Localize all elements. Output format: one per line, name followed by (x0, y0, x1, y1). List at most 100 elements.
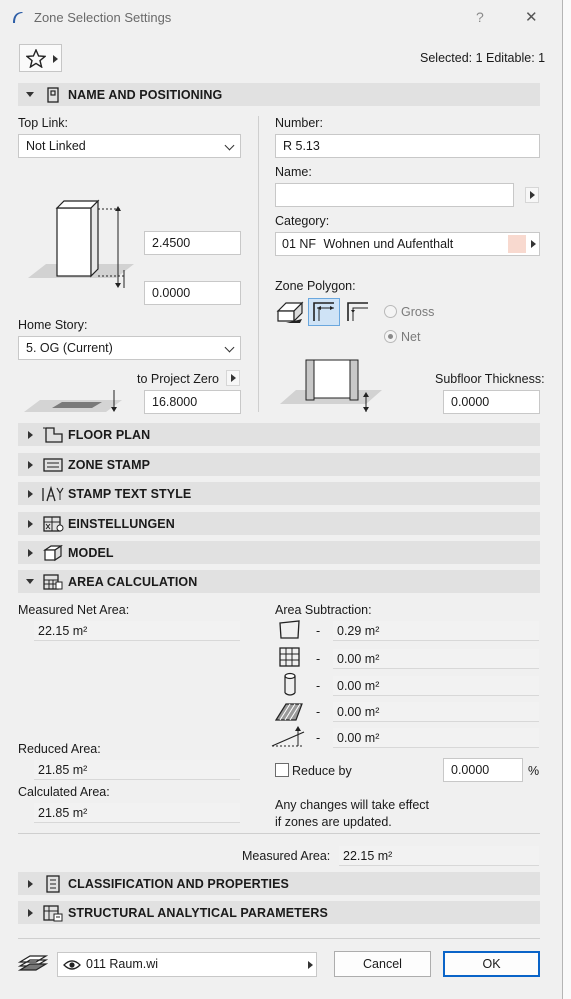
subtraction-dash: - (316, 705, 321, 719)
category-name: Wohnen und Aufenthalt (323, 237, 454, 251)
net-label: Net (401, 330, 421, 344)
section-stamp-text-style[interactable]: STAMP TEXT STYLE (18, 482, 540, 505)
measured-area-label: Measured Area: (242, 849, 331, 863)
subfloor-value: 0.0000 (451, 395, 490, 409)
layer-icon (18, 955, 48, 971)
archicad-logo-icon (13, 12, 23, 23)
section-structural[interactable]: STRUCTURAL ANALYTICAL PARAMETERS (18, 901, 540, 924)
layer-name: 011 Raum.wi (86, 957, 159, 971)
zone-height-input[interactable]: 2.4500 (144, 231, 241, 255)
cancel-button[interactable]: Cancel (334, 951, 431, 977)
area-calculator-icon (40, 572, 66, 592)
section-title: ZONE STAMP (68, 457, 151, 472)
ok-button[interactable]: OK (443, 951, 540, 977)
section-title: MODEL (68, 545, 114, 560)
background-app-edge (562, 0, 571, 999)
zone-polygon-3d-button[interactable] (275, 298, 305, 326)
subfloor-diagram-icon (280, 359, 382, 412)
section-title: STAMP TEXT STYLE (68, 486, 192, 501)
title-bar: Zone Selection Settings ? ✕ (0, 0, 571, 34)
eye-icon (63, 960, 81, 970)
calculated-area-label: Calculated Area: (18, 785, 110, 799)
project-zero-input[interactable]: 16.8000 (144, 390, 241, 414)
floor-plan-icon (40, 425, 66, 445)
category-color-swatch (508, 235, 526, 253)
hatched-subtraction-icon (274, 703, 303, 721)
footer-divider (18, 938, 540, 939)
outer-boundary-icon (347, 302, 368, 321)
reduce-by-value: 0.0000 (451, 763, 490, 777)
expand-arrow-icon (27, 908, 33, 917)
top-link-value: Not Linked (26, 139, 86, 153)
expand-arrow-icon (27, 460, 33, 469)
number-input[interactable]: R 5.13 (275, 134, 540, 158)
category-select[interactable]: 01 NF Wohnen und Aufenthalt (275, 232, 540, 256)
section-floor-plan[interactable]: FLOOR PLAN (18, 423, 540, 446)
home-story-label: Home Story: (18, 318, 88, 332)
favorites-button[interactable] (19, 44, 62, 72)
section-model[interactable]: MODEL (18, 541, 540, 564)
update-note-line2: if zones are updated. (275, 815, 392, 829)
collapse-arrow-icon (26, 579, 34, 584)
zone-polygon-net-button[interactable] (308, 298, 340, 326)
category-label: Category: (275, 214, 330, 228)
reduced-area-label: Reduced Area: (18, 742, 101, 756)
settings-grid-icon (40, 514, 66, 534)
collapse-arrow-icon (26, 92, 34, 97)
layer-select[interactable]: 011 Raum.wi (57, 952, 317, 977)
gross-radio[interactable] (384, 305, 397, 318)
arrow-right-icon (529, 191, 535, 199)
zone-polygon-gross-button[interactable] (343, 298, 373, 326)
reduce-by-checkbox[interactable] (275, 763, 289, 777)
expand-arrow-icon (27, 430, 33, 439)
chevron-down-icon (224, 140, 235, 151)
home-story-select[interactable]: 5. OG (Current) (18, 336, 241, 360)
number-value: R 5.13 (283, 139, 320, 153)
name-list-button[interactable] (525, 187, 539, 203)
subfloor-input[interactable]: 0.0000 (443, 390, 540, 414)
measured-area-value: 22.15 m² (339, 846, 539, 866)
category-code: 01 NF (282, 237, 317, 251)
model-cube-icon (40, 543, 66, 563)
update-note-line1: Any changes will take effect (275, 798, 430, 812)
home-story-value: 5. OG (Current) (26, 341, 113, 355)
selection-info: Selected: 1 Editable: 1 (420, 51, 546, 65)
section-title: FLOOR PLAN (68, 427, 151, 442)
bottom-offset-input[interactable]: 0.0000 (144, 281, 241, 305)
section-area-calculation[interactable]: AREA CALCULATION (18, 570, 540, 593)
bottom-offset-value: 0.0000 (152, 286, 191, 300)
arrow-right-icon (230, 374, 236, 382)
gross-label: Gross (401, 305, 435, 319)
star-icon (26, 49, 46, 68)
grid-subtraction-icon (279, 647, 300, 667)
section-zone-stamp[interactable]: ZONE STAMP (18, 453, 540, 476)
reduce-by-input[interactable]: 0.0000 (443, 758, 523, 782)
number-label: Number: (275, 116, 323, 130)
expand-arrow-icon (27, 548, 33, 557)
section-einstellungen[interactable]: EINSTELLUNGEN (18, 512, 540, 535)
help-button[interactable]: ? (476, 9, 484, 25)
favorites-arrow-icon (53, 55, 58, 63)
reference-level-button[interactable] (226, 370, 240, 386)
wall-subtraction-icon (279, 620, 300, 639)
top-link-select[interactable]: Not Linked (18, 134, 241, 158)
project-zero-diagram-icon (24, 390, 122, 412)
section-classification[interactable]: CLASSIFICATION AND PROPERTIES (18, 872, 540, 895)
subtraction-dash: - (316, 624, 321, 638)
arrow-right-icon (531, 240, 536, 248)
structural-analysis-icon (40, 903, 66, 923)
calculated-area-value: 21.85 m² (34, 803, 240, 823)
expand-arrow-icon (27, 879, 33, 888)
subtraction-walls-value: 0.29 m² (333, 621, 539, 641)
column-subtraction-icon (284, 672, 296, 696)
to-project-zero-label: to Project Zero (137, 372, 219, 386)
text-style-icon (40, 484, 66, 504)
subtraction-dash: - (316, 731, 321, 745)
net-radio[interactable] (384, 330, 397, 343)
sloped-subtraction-icon (271, 726, 305, 747)
name-input[interactable] (275, 183, 514, 207)
close-button[interactable]: ✕ (525, 8, 538, 26)
arrow-right-icon (308, 961, 313, 969)
column-divider (258, 116, 259, 412)
section-name-positioning[interactable]: NAME AND POSITIONING (18, 83, 540, 106)
